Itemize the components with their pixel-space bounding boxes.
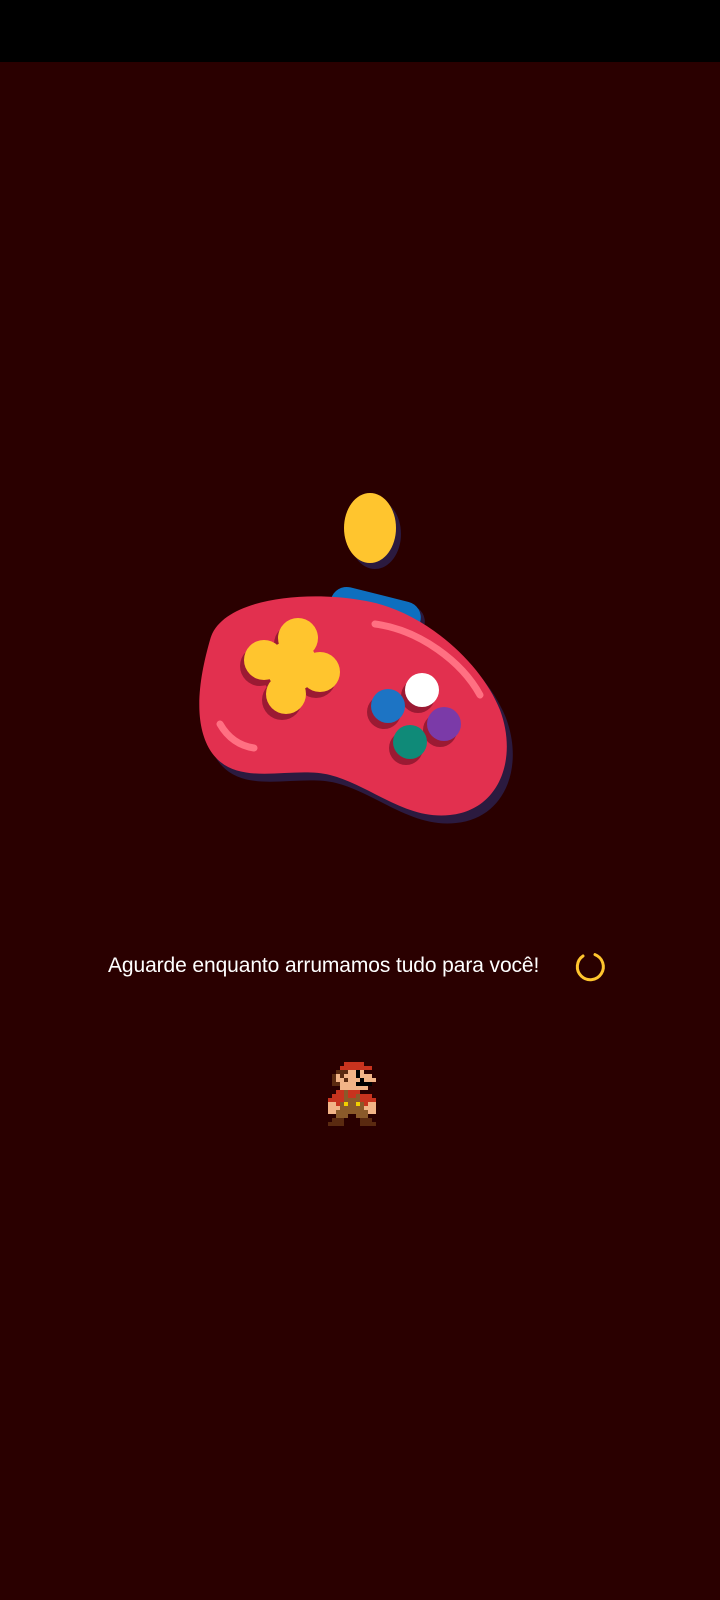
gamepad-icon (199, 493, 513, 824)
gamepad-body (199, 596, 507, 816)
action-button-green (393, 725, 427, 759)
action-button-purple (427, 707, 461, 741)
loading-row: Aguarde enquanto arrumamos tudo para voc… (0, 948, 720, 992)
loading-spinner-icon (575, 953, 605, 982)
status-bar (0, 0, 720, 62)
coin-icon (344, 493, 396, 563)
pixel-plumber-sprite (328, 1062, 376, 1126)
action-button-blue (371, 689, 405, 723)
loading-message: Aguarde enquanto arrumamos tudo para voc… (108, 954, 540, 977)
action-button-white (405, 673, 439, 707)
